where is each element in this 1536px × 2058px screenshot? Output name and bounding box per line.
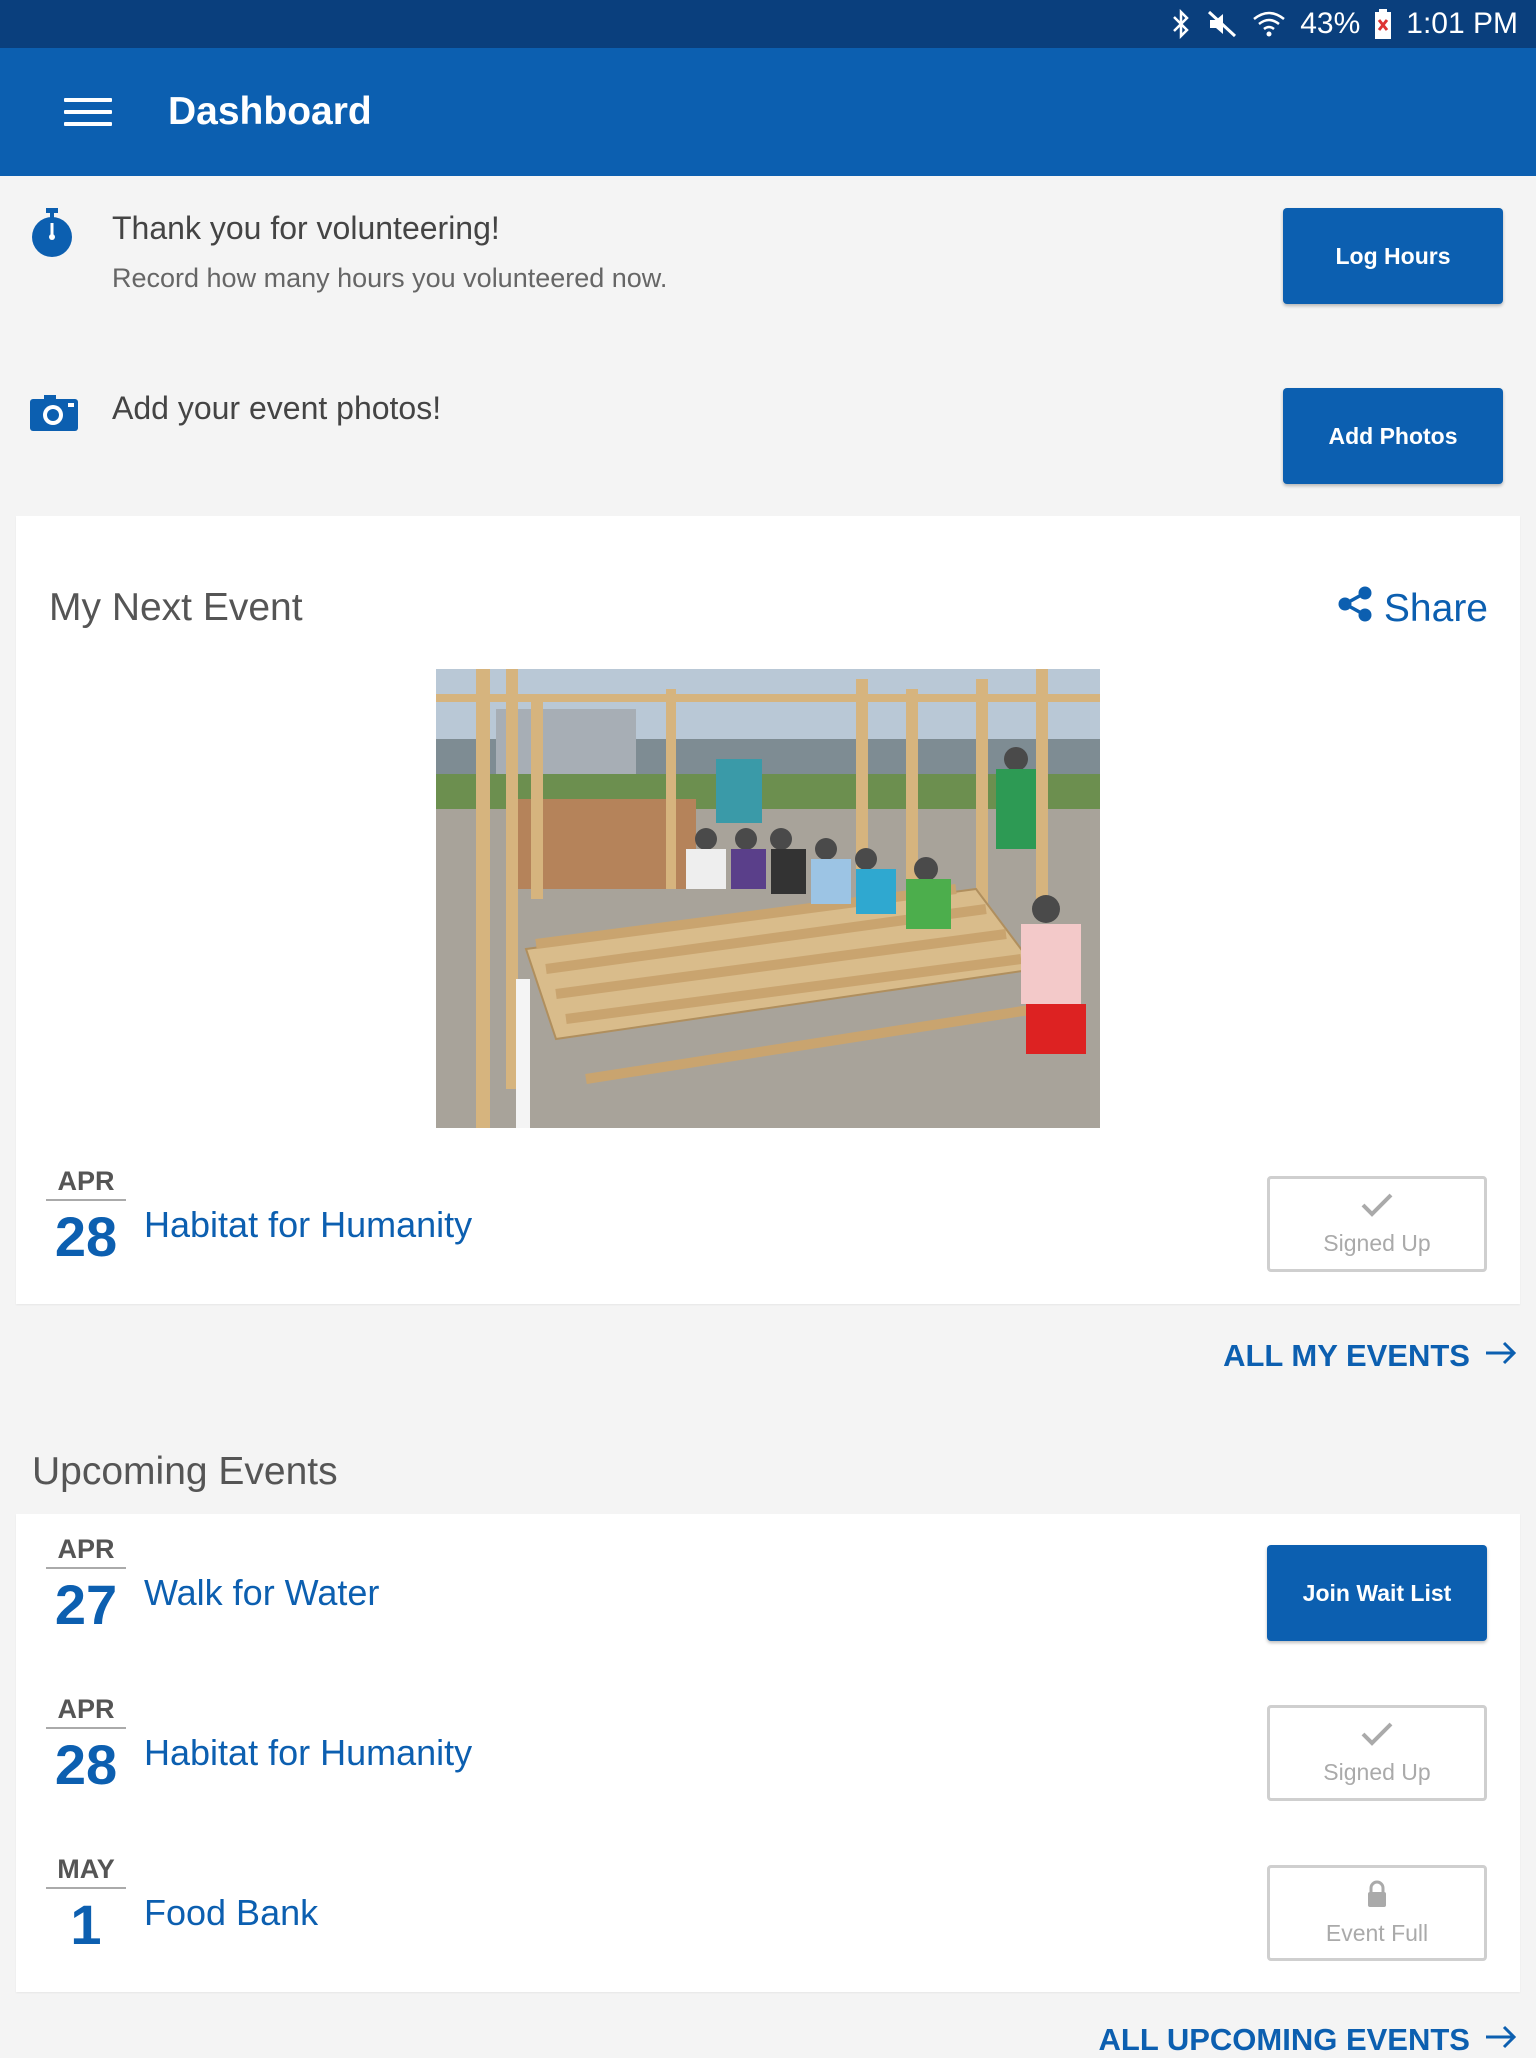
prompt-title: Add your event photos!: [112, 390, 442, 426]
add-photos-prompt: Add your event photos! Add Photos: [0, 388, 1536, 498]
next-event-card: My Next Event Share APR 28 Habitat for H…: [16, 516, 1520, 1304]
event-day: 1: [70, 1893, 102, 1956]
lock-icon: [1366, 1880, 1388, 1914]
prompt-title: Thank you for volunteering!: [112, 210, 500, 246]
arrow-right-icon: [1484, 2022, 1518, 2058]
share-button[interactable]: Share: [1338, 586, 1488, 632]
event-name[interactable]: Food Bank: [144, 1892, 318, 1934]
hamburger-icon[interactable]: [64, 88, 112, 136]
wifi-icon: [1252, 9, 1286, 39]
clock: 1:01 PM: [1406, 7, 1518, 40]
mute-icon: [1206, 9, 1238, 39]
share-label: Share: [1383, 587, 1488, 630]
event-day: 28: [54, 1205, 118, 1268]
event-day: 27: [54, 1573, 118, 1636]
event-date: APR 27: [46, 1534, 126, 1635]
event-month: MAY: [46, 1854, 126, 1889]
event-full-label: Event Full: [1325, 1919, 1429, 1946]
event-month: APR: [46, 1694, 126, 1729]
page-title: Dashboard: [168, 90, 372, 133]
add-photos-button[interactable]: Add Photos: [1283, 388, 1503, 484]
all-upcoming-events-label: ALL UPCOMING EVENTS: [1098, 2022, 1470, 2057]
event-name[interactable]: Habitat for Humanity: [144, 1204, 472, 1246]
event-date: MAY 1: [46, 1854, 126, 1955]
upcoming-events-card: APR 27 Walk for Water Join Wait List APR…: [16, 1514, 1520, 1992]
event-day: 28: [54, 1733, 118, 1796]
all-my-events-link[interactable]: ALL MY EVENTS: [1223, 1338, 1518, 1374]
all-upcoming-events-link[interactable]: ALL UPCOMING EVENTS: [1099, 2022, 1518, 2058]
arrow-right-icon: [1484, 1338, 1518, 1374]
bluetooth-icon: [1170, 9, 1192, 39]
event-name[interactable]: Habitat for Humanity: [144, 1732, 472, 1774]
stopwatch-icon: [30, 208, 80, 264]
battery-icon: [1374, 8, 1392, 40]
signed-up-label: Signed Up: [1323, 1229, 1431, 1256]
event-date: APR 28: [46, 1694, 126, 1795]
share-icon: [1338, 586, 1372, 632]
app-bar: Dashboard: [0, 48, 1536, 176]
next-event-heading: My Next Event: [49, 586, 303, 629]
event-name[interactable]: Walk for Water: [144, 1572, 379, 1614]
signed-up-button[interactable]: Signed Up: [1267, 1176, 1487, 1272]
join-wait-list-button[interactable]: Join Wait List: [1267, 1545, 1487, 1641]
log-hours-prompt: Thank you for volunteering! Record how m…: [0, 208, 1536, 318]
event-date: APR 28: [46, 1166, 126, 1267]
status-bar: 43% 1:01 PM: [0, 0, 1536, 48]
signed-up-label: Signed Up: [1323, 1758, 1431, 1785]
signed-up-button[interactable]: Signed Up: [1267, 1705, 1487, 1801]
camera-icon: [30, 392, 80, 448]
event-photo[interactable]: [436, 669, 1100, 1128]
check-icon: [1360, 1721, 1394, 1753]
all-my-events-label: ALL MY EVENTS: [1223, 1338, 1470, 1373]
prompt-subtitle: Record how many hours you volunteered no…: [112, 263, 668, 293]
upcoming-events-heading: Upcoming Events: [32, 1450, 338, 1493]
event-full-button[interactable]: Event Full: [1267, 1865, 1487, 1961]
event-month: APR: [46, 1534, 126, 1569]
log-hours-button[interactable]: Log Hours: [1283, 208, 1503, 304]
event-month: APR: [46, 1166, 126, 1201]
check-icon: [1360, 1192, 1394, 1224]
battery-level: 43%: [1300, 7, 1361, 40]
